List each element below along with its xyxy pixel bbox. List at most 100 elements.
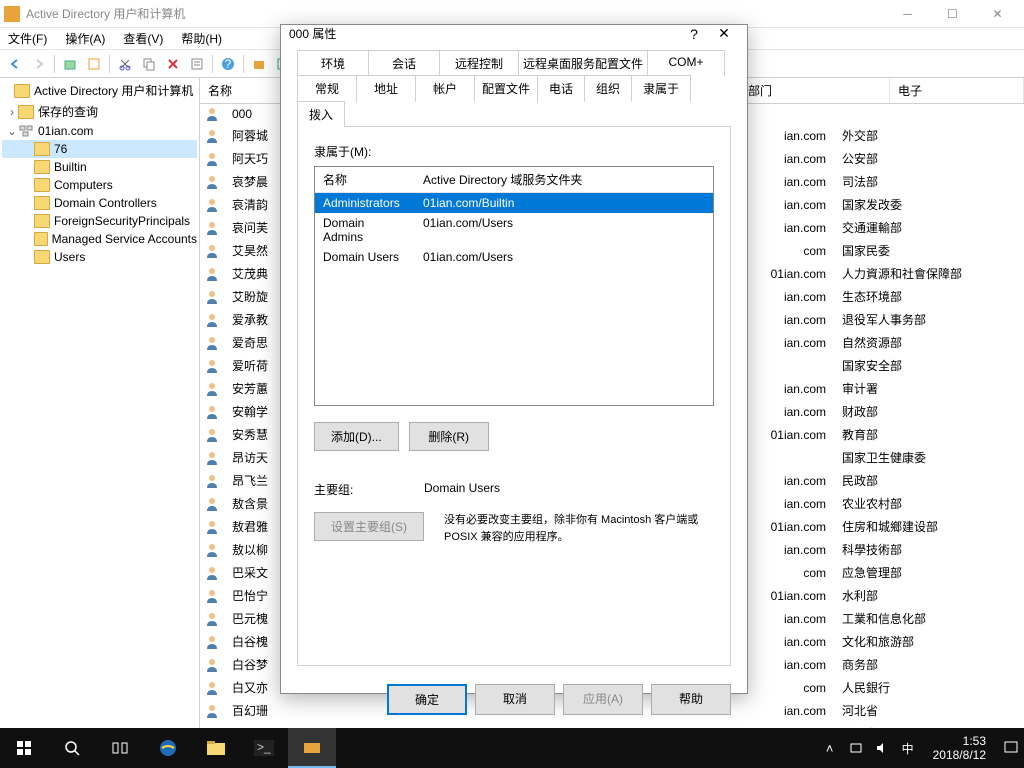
new-container-button[interactable]: [59, 53, 81, 75]
cut-button[interactable]: [114, 53, 136, 75]
tree-users[interactable]: Users: [2, 248, 197, 266]
tray-up-icon[interactable]: ˄: [821, 741, 839, 756]
user-icon: [204, 381, 220, 397]
memberof-label: 隶属于(M):: [314, 143, 714, 160]
properties-button[interactable]: [83, 53, 105, 75]
tree-label: 01ian.com: [38, 124, 93, 138]
user-icon: [204, 588, 220, 604]
copy-button[interactable]: [138, 53, 160, 75]
tab-remote[interactable]: 远程控制: [439, 50, 519, 76]
remove-button[interactable]: 删除(R): [409, 422, 489, 451]
folder-icon: [14, 84, 30, 98]
tab-session[interactable]: 会话: [368, 50, 440, 76]
member-row[interactable]: Administrators01ian.com/Builtin: [315, 193, 713, 213]
start-button[interactable]: [0, 728, 48, 768]
user-icon: [204, 703, 220, 719]
user-icon: [204, 312, 220, 328]
explorer-button[interactable]: [192, 728, 240, 768]
minimize-button[interactable]: ─: [885, 0, 930, 28]
user-icon: [204, 151, 220, 167]
tab-memberof[interactable]: 隶属于: [631, 75, 691, 102]
user-icon: [204, 680, 220, 696]
tab-rds[interactable]: 远程桌面服务配置文件: [518, 50, 648, 76]
tab-general[interactable]: 常规: [297, 75, 357, 102]
tree-computers[interactable]: Computers: [2, 176, 197, 194]
tree-msa[interactable]: Managed Service Accounts: [2, 230, 197, 248]
back-button[interactable]: [4, 53, 26, 75]
tree-label: Domain Controllers: [54, 196, 157, 210]
tab-profile[interactable]: 配置文件: [474, 75, 538, 102]
tab-com[interactable]: COM+: [647, 50, 725, 76]
dialog-close-button[interactable]: ✕: [709, 25, 739, 42]
menu-file[interactable]: 文件(F): [4, 28, 51, 49]
clock[interactable]: 1:53 2018/8/12: [925, 734, 994, 763]
tab-env[interactable]: 环境: [297, 50, 369, 76]
help-button[interactable]: 帮助: [651, 684, 731, 715]
ou-icon: [34, 196, 50, 210]
dialog-titlebar[interactable]: 000 属性 ? ✕: [281, 25, 747, 42]
user-icon: [204, 427, 220, 443]
user-icon: [204, 450, 220, 466]
search-button[interactable]: [48, 728, 96, 768]
dialog-help-button[interactable]: ?: [679, 26, 709, 42]
user-icon: [204, 611, 220, 627]
col-email[interactable]: 电子: [890, 78, 1024, 103]
cancel-button[interactable]: 取消: [475, 684, 555, 715]
dialog-title: 000 属性: [289, 25, 679, 42]
tree-ou-76[interactable]: 76: [2, 140, 197, 158]
tree-dc[interactable]: Domain Controllers: [2, 194, 197, 212]
help-button[interactable]: ?: [217, 53, 239, 75]
close-button[interactable]: ✕: [975, 0, 1020, 28]
taskbar: >_ ˄ 中 1:53 2018/8/12: [0, 728, 1024, 768]
tab-dialin[interactable]: 拨入: [297, 101, 345, 127]
col-dept[interactable]: 部门: [740, 78, 890, 103]
user-icon: [204, 243, 220, 259]
tree-builtin[interactable]: Builtin: [2, 158, 197, 176]
user-icon: [204, 220, 220, 236]
menu-view[interactable]: 查看(V): [119, 28, 167, 49]
apply-button[interactable]: 应用(A): [563, 684, 643, 715]
add-button[interactable]: 添加(D)...: [314, 422, 399, 451]
domain-icon: [18, 124, 34, 138]
tree-domain[interactable]: ⌄ 01ian.com: [2, 122, 197, 140]
tree-root[interactable]: Active Directory 用户和计算机: [2, 80, 197, 101]
user-icon: [204, 404, 220, 420]
forward-button[interactable]: [28, 53, 50, 75]
taskview-button[interactable]: [96, 728, 144, 768]
tab-phone[interactable]: 电话: [537, 75, 585, 102]
user-icon: [204, 197, 220, 213]
tree-label: Computers: [54, 178, 113, 192]
user-icon: [204, 565, 220, 581]
ad-button[interactable]: [288, 728, 336, 768]
member-col-name[interactable]: 名称: [315, 167, 415, 192]
tree-saved-queries[interactable]: › 保存的查询: [2, 101, 197, 122]
member-list[interactable]: 名称 Active Directory 域服务文件夹 Administrator…: [314, 166, 714, 406]
delete-button[interactable]: [162, 53, 184, 75]
menu-action[interactable]: 操作(A): [61, 28, 109, 49]
member-col-folder[interactable]: Active Directory 域服务文件夹: [415, 167, 713, 192]
network-icon[interactable]: [847, 741, 865, 755]
cmd-button[interactable]: >_: [240, 728, 288, 768]
menu-help[interactable]: 帮助(H): [177, 28, 226, 49]
tab-account[interactable]: 帐户: [415, 75, 475, 102]
volume-icon[interactable]: [873, 741, 891, 755]
properties2-button[interactable]: [186, 53, 208, 75]
user-icon: [204, 542, 220, 558]
tree-label: Managed Service Accounts: [52, 232, 197, 246]
folder-icon: [34, 214, 50, 228]
tool-a[interactable]: [248, 53, 270, 75]
member-row[interactable]: Domain Users01ian.com/Users: [315, 247, 713, 267]
tab-org[interactable]: 组织: [584, 75, 632, 102]
notifications-icon[interactable]: [1002, 740, 1020, 756]
tree-fsp[interactable]: ForeignSecurityPrincipals: [2, 212, 197, 230]
ie-button[interactable]: [144, 728, 192, 768]
tab-content: 隶属于(M): 名称 Active Directory 域服务文件夹 Admin…: [297, 126, 731, 666]
member-row[interactable]: Domain Admins01ian.com/Users: [315, 213, 713, 247]
ok-button[interactable]: 确定: [387, 684, 467, 715]
tab-address[interactable]: 地址: [356, 75, 416, 102]
maximize-button[interactable]: ☐: [930, 0, 975, 28]
set-primary-button[interactable]: 设置主要组(S): [314, 512, 424, 541]
folder-icon: [34, 232, 48, 246]
tree-pane[interactable]: Active Directory 用户和计算机 › 保存的查询 ⌄ 01ian.…: [0, 78, 200, 751]
ime-icon[interactable]: 中: [899, 740, 917, 757]
